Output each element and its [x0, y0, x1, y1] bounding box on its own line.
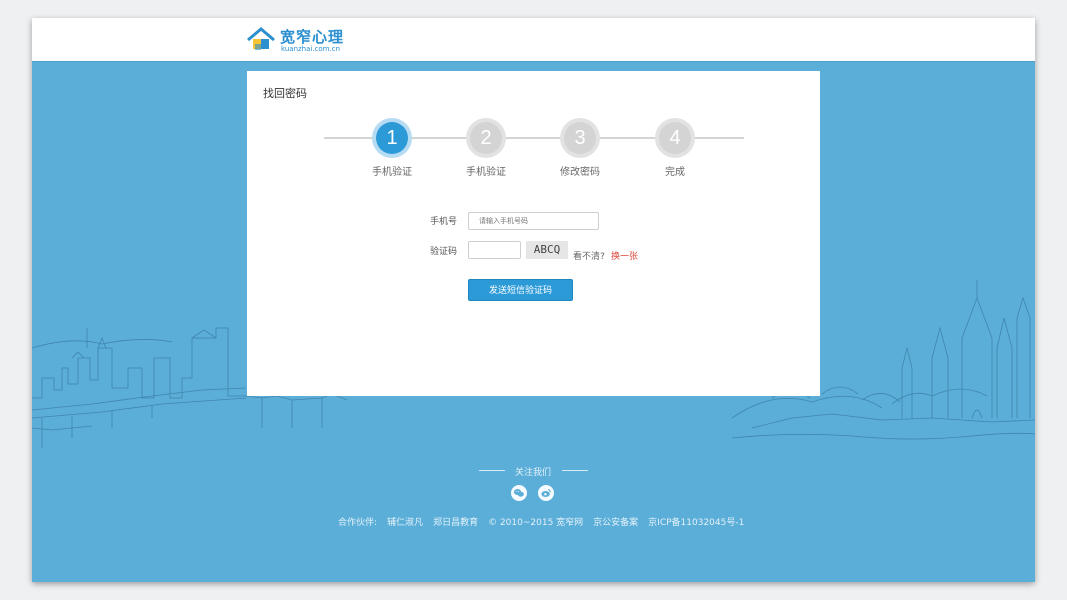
phone-input[interactable]	[468, 212, 599, 230]
police-record-link[interactable]: 京公安备案	[593, 518, 638, 528]
step-1: 1 手机验证	[352, 118, 432, 182]
partner-link-2[interactable]: 郑日昌教育	[433, 518, 478, 528]
icp-record-link[interactable]: 京ICP备11032045号-1	[648, 518, 744, 528]
partners-label: 合作伙伴:	[338, 518, 378, 528]
step-number: 3	[564, 122, 596, 154]
step-ring: 2	[466, 118, 506, 158]
captcha-refresh-link[interactable]: 换一张	[611, 249, 638, 262]
weibo-glyph	[541, 489, 551, 497]
step-ring: 4	[655, 118, 695, 158]
step-number: 4	[659, 122, 691, 154]
weibo-icon[interactable]	[538, 485, 554, 501]
captcha-input[interactable]	[468, 241, 521, 259]
logo-domain: kuanzhai.com.cn	[281, 45, 341, 53]
site-logo[interactable]: 宽窄心理 kuanzhai.com.cn	[246, 26, 366, 56]
step-number: 1	[376, 122, 408, 154]
copyright-text: © 2010~2015 宽窄网	[488, 518, 584, 528]
logo-name: 宽窄心理	[280, 28, 345, 46]
captcha-hint: 看不清?	[573, 252, 605, 262]
page-title: 找回密码	[263, 87, 307, 100]
captcha-image[interactable]: ABCQ	[526, 241, 568, 259]
send-sms-code-button[interactable]: 发送短信验证码	[468, 279, 573, 301]
divider-right	[562, 470, 588, 471]
follow-us-label: 关注我们	[514, 468, 551, 478]
reset-password-card: 找回密码 1 手机验证 2 手机验证 3 修改密码 4 完成 手机号 请输入手机…	[247, 71, 820, 396]
step-label: 手机验证	[372, 167, 412, 178]
step-2: 2 手机验证	[446, 118, 526, 182]
step-ring: 1	[372, 118, 412, 158]
partner-link-1[interactable]: 辅仁淑凡	[387, 518, 423, 528]
step-label: 完成	[665, 167, 685, 178]
step-label: 修改密码	[560, 167, 600, 178]
step-4: 4 完成	[635, 118, 715, 182]
phone-label: 手机号	[429, 217, 457, 227]
step-3: 3 修改密码	[540, 118, 620, 182]
step-label: 手机验证	[466, 167, 506, 178]
house-logo-icon	[247, 27, 275, 50]
site-header: 宽窄心理 kuanzhai.com.cn	[32, 18, 1035, 62]
wechat-icon[interactable]	[511, 485, 527, 501]
browser-page: 宽窄心理 kuanzhai.com.cn 找回密码 1 手机验证 2 手机验证 …	[32, 18, 1035, 582]
code-label: 验证码	[429, 247, 457, 257]
wechat-glyph	[513, 489, 524, 497]
step-ring: 3	[560, 118, 600, 158]
footer-info: 合作伙伴: 辅仁淑凡 郑日昌教育 © 2010~2015 宽窄网 京公安备案 京ICP备1…	[338, 515, 754, 528]
step-number: 2	[470, 122, 502, 154]
